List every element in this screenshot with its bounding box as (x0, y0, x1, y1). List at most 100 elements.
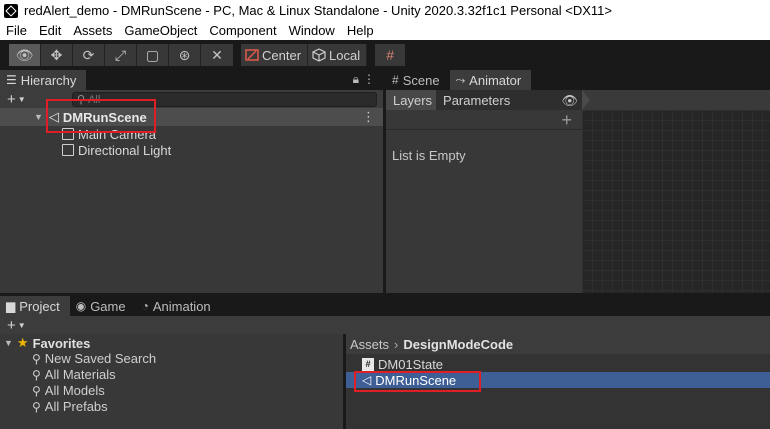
breadcrumb-assets[interactable]: Assets (350, 337, 389, 352)
move-icon: ✥ (50, 46, 63, 63)
csharp-script-icon: # (362, 357, 374, 371)
space-label: Local (329, 47, 361, 63)
hierarchy-toolbar: + ▼ ⚲ All (0, 90, 383, 108)
pivot-center-button[interactable]: Center (241, 44, 309, 66)
rotate-tool-button[interactable]: ⟳ (73, 44, 105, 66)
scene-row[interactable]: ▼ ◁ DMRunScene ⋮ (0, 108, 383, 126)
favorite-label: All Materials (44, 367, 116, 382)
tab-game[interactable]: ◉ Game (70, 296, 136, 316)
tab-hierarchy-label: Hierarchy (20, 72, 77, 88)
breadcrumb: Assets › DesignModeCode (346, 334, 770, 354)
transform-icon: ⊛ (178, 46, 191, 63)
star-icon: ★ (16, 335, 29, 350)
search-icon: ⚲ (32, 351, 41, 366)
animator-icon: ⤳ (455, 72, 466, 87)
panel-menu-icon[interactable]: ⋮ (363, 72, 375, 86)
scene-grid-icon: # (392, 73, 399, 87)
favorite-all-prefabs[interactable]: ⚲ All Prefabs (32, 399, 108, 414)
clock-icon: ◔ (141, 299, 149, 313)
tab-layers[interactable]: Layers (386, 90, 437, 110)
project-create-dropdown[interactable]: + ▼ (0, 316, 40, 334)
transform-tool-button[interactable]: ⊛ (169, 44, 201, 66)
view-tool-button[interactable]: 👁 (9, 44, 41, 66)
eye-icon[interactable]: 👁 (561, 93, 578, 109)
move-tool-button[interactable]: ✥ (41, 44, 73, 66)
animator-panel: # Scene ⤳ Animator Layers Parameters 👁 +… (386, 70, 770, 293)
scale-tool-button[interactable]: ⤢ (105, 44, 137, 66)
tab-parameters[interactable]: Parameters (436, 90, 514, 110)
rect-tool-button[interactable]: ▢ (137, 44, 169, 66)
window-title: redAlert_demo - DMRunScene - PC, Mac & L… (24, 3, 612, 18)
menu-assets[interactable]: Assets (67, 23, 118, 38)
expand-arrow-icon[interactable]: ▼ (34, 112, 43, 122)
rotate-icon: ⟳ (82, 46, 95, 63)
animator-sidebar: Layers Parameters 👁 + List is Empty (386, 90, 582, 293)
add-layer-plus-icon[interactable]: + (561, 110, 572, 131)
breadcrumb-chevron-icon: › (394, 336, 399, 352)
favorites-row[interactable]: ▼ ★ Favorites (4, 335, 90, 351)
menu-component[interactable]: Component (203, 23, 282, 38)
favorite-label: All Prefabs (44, 399, 108, 414)
expand-arrow-icon[interactable]: ▼ (4, 338, 13, 348)
favorite-all-materials[interactable]: ⚲ All Materials (32, 367, 116, 382)
scene-animator-tabbar: # Scene ⤳ Animator (386, 70, 770, 90)
favorites-label: Favorites (32, 335, 91, 351)
pivot-label: Center (262, 47, 302, 63)
breadcrumb-folder[interactable]: DesignModeCode (403, 337, 513, 352)
tab-hierarchy[interactable]: ☰ Hierarchy (0, 70, 87, 90)
animator-breadcrumb (582, 90, 770, 110)
grid-snap-icon: # (386, 47, 394, 63)
pivot-group: Center Local (241, 44, 368, 66)
scene-name: DMRunScene (62, 109, 147, 125)
hierarchy-search-input[interactable]: ⚲ All (72, 92, 377, 107)
tab-animation-label: Animation (152, 298, 211, 314)
space-local-button[interactable]: Local (308, 44, 368, 66)
custom-tool-button[interactable]: ✕ (201, 44, 233, 66)
chevron-down-icon: ▼ (17, 320, 26, 330)
plus-icon: + (7, 316, 16, 334)
plus-icon: + (7, 90, 16, 108)
item-label: Directional Light (78, 142, 172, 158)
menu-gameobject[interactable]: GameObject (118, 23, 203, 38)
pivot-icon (245, 49, 259, 61)
asset-name: DMRunScene (375, 372, 457, 388)
tab-game-label: Game (90, 298, 126, 314)
tab-project[interactable]: ▆ Project (0, 296, 70, 316)
menu-file[interactable]: File (0, 23, 33, 38)
grid-snap-button[interactable]: # (375, 44, 406, 66)
asset-item-dm01state[interactable]: # DM01State (346, 356, 770, 372)
tab-animator[interactable]: ⤳ Animator (449, 70, 532, 90)
project-assets-list: Assets › DesignModeCode # DM01State ◁ DM… (346, 334, 770, 429)
project-toolbar: + ▼ (0, 316, 770, 334)
hierarchy-item-directional-light[interactable]: Directional Light (62, 142, 171, 158)
local-space-icon (312, 48, 326, 62)
menu-window[interactable]: Window (283, 23, 341, 38)
rect-icon: ▢ (145, 46, 160, 63)
tab-scene-label: Scene (402, 72, 440, 88)
unity-scene-icon: ◁ (48, 109, 59, 124)
scene-menu-icon[interactable]: ⋮ (362, 109, 375, 125)
tab-project-label: Project (19, 298, 60, 314)
menu-help[interactable]: Help (341, 23, 380, 38)
chevron-down-icon: ▼ (17, 94, 26, 104)
menu-edit[interactable]: Edit (33, 23, 67, 38)
gamepad-icon: ◉ (75, 299, 87, 313)
project-panel: ▆ Project ◉ Game ◔ Animation + ▼ ▼ ★ Favo… (0, 296, 770, 429)
lock-icon[interactable]: 🔒︎ (353, 72, 359, 87)
hierarchy-item-main-camera[interactable]: Main Camera (62, 126, 156, 142)
tab-animation[interactable]: ◔ Animation (136, 296, 221, 316)
list-icon: ☰ (6, 73, 17, 87)
tab-scene[interactable]: # Scene (386, 70, 450, 90)
scale-icon: ⤢ (114, 46, 127, 63)
hierarchy-panel: ☰ Hierarchy 🔒︎ ⋮ + ▼ ⚲ All ▼ ◁ DMRunScene… (0, 70, 383, 293)
asset-item-dmrunscene[interactable]: ◁ DMRunScene (346, 372, 770, 388)
main-toolbar: 👁 ✥ ⟳ ⤢ ▢ ⊛ ✕ Center Local # (0, 40, 770, 70)
favorite-label: New Saved Search (44, 351, 157, 366)
favorite-new-saved-search[interactable]: ⚲ New Saved Search (32, 351, 156, 366)
transform-tools: 👁 ✥ ⟳ ⤢ ▢ ⊛ ✕ (9, 44, 233, 66)
favorite-all-models[interactable]: ⚲ All Models (32, 383, 105, 398)
animator-graph-canvas[interactable] (582, 110, 770, 293)
hierarchy-tabbar: ☰ Hierarchy 🔒︎ ⋮ (0, 70, 383, 90)
create-dropdown[interactable]: + ▼ (0, 91, 40, 108)
gameobject-cube-icon (62, 128, 74, 140)
